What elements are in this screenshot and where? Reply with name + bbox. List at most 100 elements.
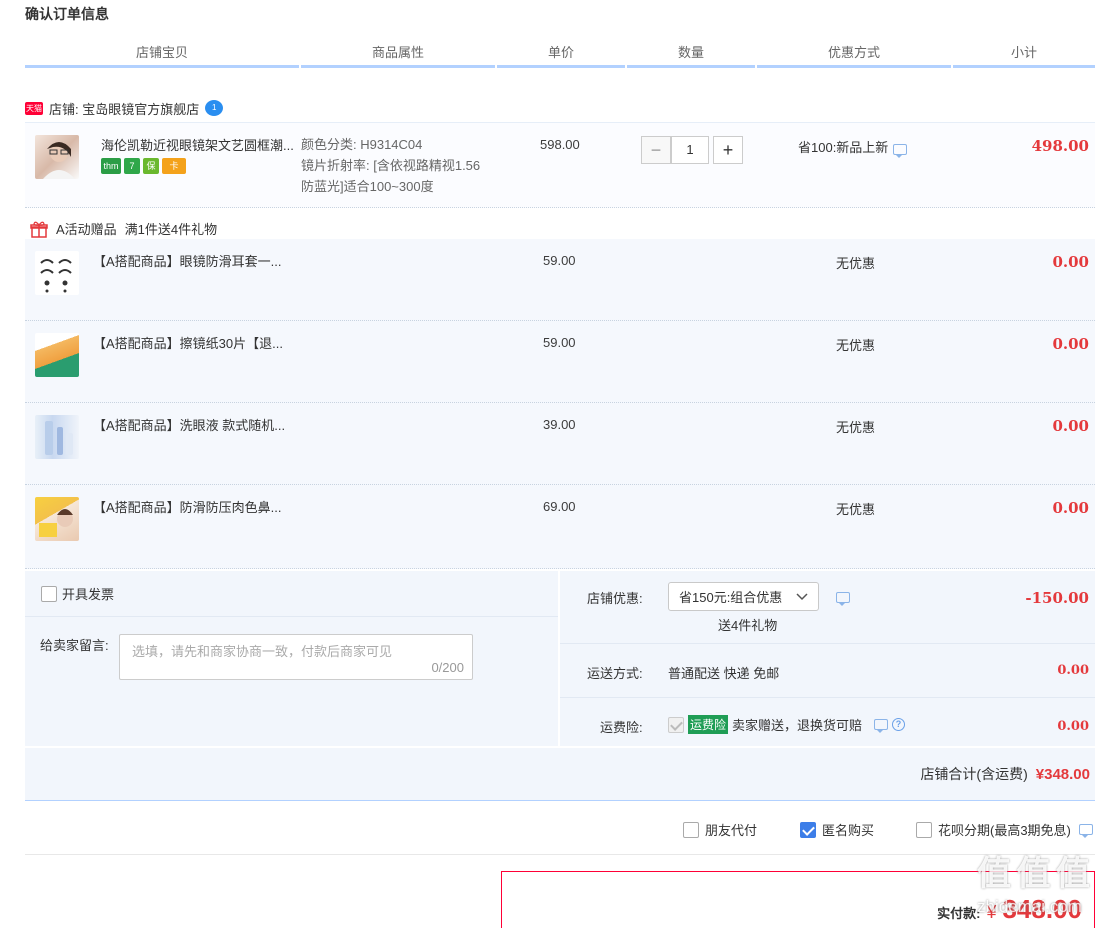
col-header-discount: 优惠方式 [757,40,951,68]
insurance-tag: 运费险 [688,715,729,734]
help-icon[interactable]: ? [892,718,906,731]
shop-name-link[interactable]: 店铺: 宝岛眼镜官方旗舰店 [49,99,199,118]
gift-section-header: A活动赠品 满1件送4件礼物 [30,219,217,238]
huabei-option[interactable]: 花呗分期(最高3期免息) [916,820,1093,839]
message-char-counter: 0/200 [431,660,464,675]
col-header-price: 单价 [497,40,625,68]
shipping-label: 运送方式: [587,666,643,681]
insurance-text: 卖家赠送，退换货可赔 [732,718,863,733]
shop-line: 天猫 店铺: 宝岛眼镜官方旗舰店 1 [25,98,224,118]
col-header-subtotal: 小计 [953,40,1095,68]
unit-price: 598.00 [540,137,580,152]
gift-price: 39.00 [543,417,576,432]
order-summary-panel: 店铺优惠: 省150元:组合优惠 送4件礼物 -150.00 运送方式: 普通配… [560,571,1095,746]
shop-discount-note: 送4件礼物 [718,618,778,633]
col-header-qty: 数量 [627,40,755,68]
invoice-checkbox[interactable] [41,585,57,602]
gift-name-link[interactable]: 【A搭配商品】防滑防压肉色鼻... [93,497,282,516]
gift-row: 【A搭配商品】眼镜防滑耳套一... 59.00 无优惠 0.00 [25,239,1095,321]
seller-message-input[interactable]: 选填，请先和商家协商一致，付款后商家可见 0/200 [119,634,473,680]
site-watermark: 值 值 值 zhidemai.com [977,846,1107,928]
insurance-checkbox [668,716,684,733]
actual-payment-label: 实付款: [937,906,981,921]
credit-card-icon[interactable]: 卡 [162,158,186,174]
attr-color: 颜色分类: H9314C04 [301,137,423,152]
product-attributes: 颜色分类: H9314C04 镜片折射率: [含依视路精视1.56 防蓝光]适合… [301,134,480,197]
shop-discount-amount: -150.00 [1025,589,1089,607]
page-title: 确认订单信息 [25,6,109,22]
shop-discount-select[interactable]: 省150元:组合优惠 [668,582,819,611]
product-info: 海伦凯勒近视眼镜架文艺圆框潮... thm 7 保 卡 [101,135,294,174]
gift-discount: 无优惠 [836,502,876,517]
tmall-icon: 天猫 [25,101,43,115]
wangwang-chat-icon[interactable]: 1 [205,100,224,116]
insurance-option: 运费险 卖家赠送，退换货可赔 ? [668,715,906,734]
gift-discount: 无优惠 [836,338,876,353]
shop-total-bar: 店铺合计(含运费) ¥348.00 [25,748,1095,801]
message-label: 给卖家留言: [40,638,109,653]
attr-lens: 镜片折射率: [含依视路精视1.56 [301,158,481,173]
qty-increase-button[interactable]: + [713,136,743,164]
order-extras-panel: 开具发票 给卖家留言: 选填，请先和商家协商一致，付款后商家可见 0/200 [25,571,558,746]
gift-name-link[interactable]: 【A搭配商品】洗眼液 款式随机... [93,415,285,434]
shop-discount-selected: 省150元:组合优惠 [679,590,783,605]
gift-price: 59.00 [543,253,576,268]
payment-options-row: 朋友代付 匿名购买 花呗分期(最高3期免息) [25,802,1095,855]
anonymous-label: 匿名购买 [822,823,875,838]
seven-day-return-icon[interactable]: 7 [124,158,140,174]
gift-tag: A活动赠品 [56,222,117,237]
gift-subtotal: 0.00 [1052,335,1089,353]
col-header-attr: 商品属性 [301,40,495,68]
gift-name-link[interactable]: 【A搭配商品】眼镜防滑耳套一... [93,251,282,270]
gift-thumbnail[interactable] [35,497,79,541]
gift-name-link[interactable]: 【A搭配商品】擦镜纸30片【退... [93,333,283,352]
invoice-label: 开具发票 [62,587,115,602]
friend-pay-option[interactable]: 朋友代付 [683,820,757,839]
chevron-down-icon [796,592,808,600]
huabei-label: 花呗分期(最高3期免息) [938,823,1071,838]
watermark-logo: 值 值 值 [977,855,1090,893]
qty-input[interactable]: 1 [671,136,709,164]
gift-thumbnail[interactable] [35,251,79,295]
ear-hook-image-icon [40,259,72,293]
discount-info: 省100:新品上新 [798,137,908,158]
gift-row: 【A搭配商品】防滑防压肉色鼻... 69.00 无优惠 0.00 [25,485,1095,569]
huabei-chat-icon[interactable] [1078,824,1093,838]
shop-total-label: 店铺合计(含运费) [920,766,1028,782]
friend-pay-checkbox[interactable] [683,821,699,838]
gift-discount: 无优惠 [836,420,876,435]
discount-label: 省100:新品上新 [798,140,889,155]
gift-thumbnail[interactable] [35,415,79,459]
column-header: 店铺宝贝 商品属性 单价 数量 优惠方式 小计 [25,40,1095,68]
product-thumbnail[interactable] [35,135,79,179]
quantity-stepper: − 1 + [641,136,743,164]
invoice-option[interactable]: 开具发票 [41,584,114,603]
shop-total: 店铺合计(含运费) ¥348.00 [920,764,1090,784]
gift-price: 59.00 [543,335,576,350]
qty-decrease-button[interactable]: − [641,136,671,164]
gift-price: 69.00 [543,499,576,514]
gift-icon [30,220,48,238]
shipping-method: 普通配送 快递 免邮 [668,666,780,681]
service-badges: thm 7 保 卡 [101,158,294,174]
insurance-label: 运费险: [600,720,643,735]
anonymous-checkbox[interactable] [800,821,816,838]
shipping-amount: 0.00 [1057,663,1089,678]
guarantee-icon[interactable]: 保 [143,158,159,174]
gift-row: 【A搭配商品】洗眼液 款式随机... 39.00 无优惠 0.00 [25,403,1095,485]
insurance-chat-icon[interactable] [874,719,889,733]
anonymous-option[interactable]: 匿名购买 [800,820,874,839]
shop-total-amount: ¥348.00 [1035,765,1090,783]
discount-chat-icon[interactable] [836,592,850,606]
order-item-row: 海伦凯勒近视眼镜架文艺圆框潮... thm 7 保 卡 颜色分类: H9314C… [25,122,1095,208]
gift-thumbnail[interactable] [35,333,79,377]
tmall-badge-icon[interactable]: thm [101,158,121,174]
huabei-checkbox[interactable] [916,821,932,838]
product-name-link[interactable]: 海伦凯勒近视眼镜架文艺圆框潮... [101,135,294,154]
gift-row: 【A搭配商品】擦镜纸30片【退... 59.00 无优惠 0.00 [25,321,1095,403]
gift-subtotal: 0.00 [1052,417,1089,435]
discount-chat-icon[interactable] [893,144,908,158]
friend-pay-label: 朋友代付 [705,823,758,838]
nose-pad-image-icon [39,509,73,537]
watermark-url: zhidemai.com [977,897,1082,916]
